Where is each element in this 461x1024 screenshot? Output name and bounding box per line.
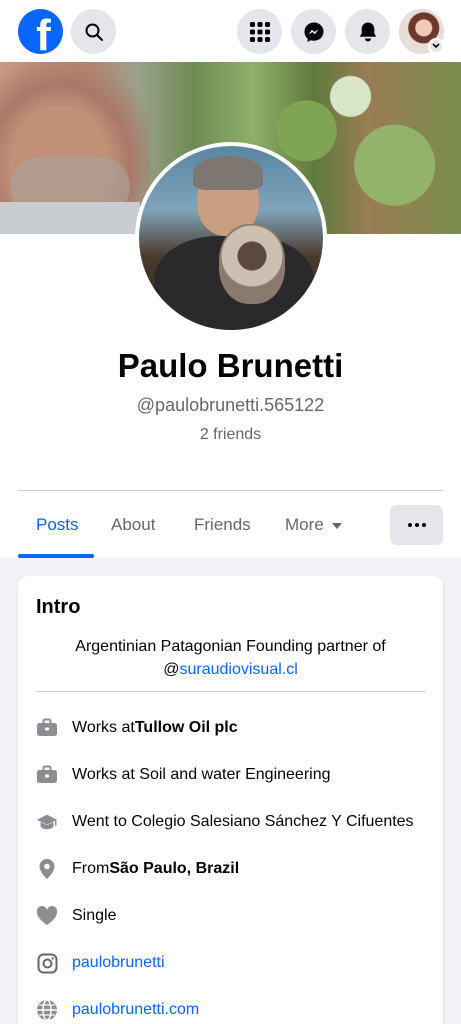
facebook-logo-letter: f: [36, 11, 51, 55]
notifications-button[interactable]: [345, 9, 390, 54]
profile-username: @paulobrunetti.565122: [136, 395, 325, 415]
intro-row-text: Works at Soil and water Engineering: [72, 766, 331, 783]
globe-icon: [36, 999, 58, 1021]
tab-posts[interactable]: Posts: [36, 502, 79, 548]
bio-link[interactable]: suraudiovisual.cl: [179, 661, 297, 678]
website-link[interactable]: paulobrunetti.com: [72, 1001, 199, 1019]
search-icon: [85, 23, 103, 41]
messenger-icon: [304, 22, 323, 42]
messenger-button[interactable]: [291, 9, 336, 54]
tab-more-label: More: [285, 515, 324, 534]
menu-button[interactable]: [237, 9, 282, 54]
tab-friends[interactable]: Friends: [194, 502, 251, 548]
intro-row-text: Single: [72, 907, 117, 924]
profile-tabs: Posts About Friends More: [18, 502, 443, 558]
intro-row-work-1: Works at Tullow Oil plc: [36, 715, 238, 741]
location-pin-icon: [36, 858, 58, 880]
caret-down-icon: [331, 522, 342, 529]
intro-title: Intro: [36, 596, 81, 618]
ellipsis-icon: [407, 523, 412, 527]
bio-at: @: [163, 661, 180, 678]
intro-row-work-2: Works at Soil and water Engineering: [36, 762, 331, 788]
briefcase-icon: [36, 764, 58, 786]
intro-row-instagram: paulobrunetti: [36, 950, 165, 976]
bell-icon: [359, 22, 376, 41]
workplace-name[interactable]: Tullow Oil plc: [135, 719, 238, 737]
search-button[interactable]: [71, 9, 116, 54]
intro-row-hometown: From São Paulo, Brazil: [36, 856, 239, 882]
profile-name: Paulo Brunetti: [117, 347, 344, 384]
intro-card: Intro Argentinian Patagonian Founding pa…: [18, 576, 443, 1024]
intro-row-prefix: Works at: [72, 719, 135, 736]
intro-row-text: Went to Colegio Salesiano Sánchez Y Cifu…: [72, 813, 414, 830]
profile-picture[interactable]: [135, 142, 327, 334]
divider: [36, 691, 426, 692]
divider: [18, 490, 443, 491]
intro-row-relationship: Single: [36, 903, 116, 929]
instagram-link[interactable]: paulobrunetti: [72, 954, 165, 972]
briefcase-icon: [36, 717, 58, 739]
intro-row-website: paulobrunetti.com: [36, 997, 199, 1023]
graduation-cap-icon: [36, 811, 58, 833]
tab-about[interactable]: About: [111, 502, 155, 548]
intro-row-education: Went to Colegio Salesiano Sánchez Y Cifu…: [36, 809, 414, 835]
facebook-logo[interactable]: f: [18, 9, 63, 54]
friends-count[interactable]: 2 friends: [0, 426, 461, 444]
top-bar: f: [0, 0, 461, 62]
menu-grid-icon: [249, 21, 270, 42]
intro-row-prefix: From: [72, 860, 110, 877]
heart-icon: [36, 905, 58, 927]
tab-more[interactable]: More: [285, 502, 342, 548]
instagram-icon: [36, 952, 58, 974]
bio-text: Argentinian Patagonian Founding partner …: [75, 638, 386, 655]
hometown-name[interactable]: São Paulo, Brazil: [109, 860, 239, 878]
more-options-button[interactable]: [390, 505, 443, 545]
chevron-down-icon[interactable]: [428, 38, 444, 54]
bio: Argentinian Patagonian Founding partner …: [38, 635, 423, 681]
